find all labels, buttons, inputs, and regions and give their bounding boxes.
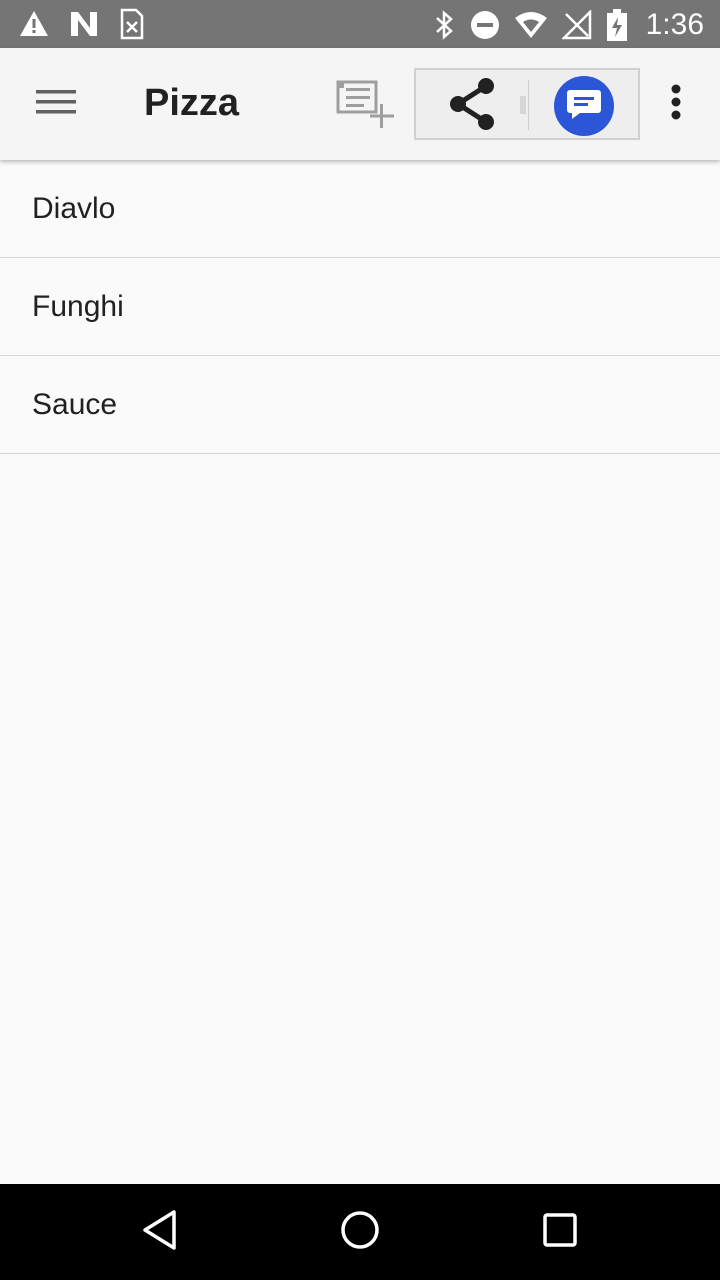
overflow-menu-button[interactable] bbox=[660, 76, 692, 132]
messages-icon bbox=[566, 88, 602, 125]
share-button[interactable] bbox=[440, 76, 504, 136]
list-item-label: Sauce bbox=[32, 387, 118, 421]
no-signal-icon bbox=[561, 10, 592, 40]
battery-charging-icon bbox=[606, 8, 628, 42]
recents-button[interactable] bbox=[536, 1208, 584, 1256]
add-to-list-button[interactable] bbox=[334, 76, 398, 132]
divider-line bbox=[528, 80, 529, 130]
page-title: Pizza bbox=[144, 82, 240, 124]
navigation-bar bbox=[0, 1184, 720, 1280]
back-icon bbox=[140, 1208, 180, 1257]
share-group bbox=[414, 68, 640, 140]
do-not-disturb-icon bbox=[470, 10, 500, 40]
recents-icon bbox=[542, 1212, 578, 1253]
n-logo-icon bbox=[68, 8, 100, 40]
pizza-list: Diavlo Funghi Sauce bbox=[0, 160, 720, 454]
list-item-label: Diavlo bbox=[32, 191, 116, 225]
menu-icon bbox=[36, 88, 76, 121]
home-button[interactable] bbox=[336, 1208, 384, 1256]
home-icon bbox=[340, 1210, 380, 1255]
bluetooth-icon bbox=[434, 9, 456, 41]
sim-off-icon bbox=[118, 8, 146, 40]
warning-icon bbox=[18, 8, 50, 40]
add-to-list-icon bbox=[334, 80, 398, 136]
wifi-icon bbox=[514, 10, 548, 40]
list-item-funghi[interactable]: Funghi bbox=[0, 258, 720, 356]
status-bar: 1:36 bbox=[0, 0, 720, 48]
list-item-diavlo[interactable]: Diavlo bbox=[0, 160, 720, 258]
messages-button[interactable] bbox=[554, 76, 614, 136]
app-bar: Pizza bbox=[0, 48, 720, 160]
list-item-sauce[interactable]: Sauce bbox=[0, 356, 720, 454]
status-time: 1:36 bbox=[645, 8, 704, 41]
share-icon bbox=[446, 76, 498, 137]
divider-mark bbox=[520, 96, 526, 114]
list-item-label: Funghi bbox=[32, 289, 124, 323]
back-button[interactable] bbox=[136, 1208, 184, 1256]
menu-button[interactable] bbox=[28, 76, 84, 132]
more-vert-icon bbox=[670, 84, 682, 125]
